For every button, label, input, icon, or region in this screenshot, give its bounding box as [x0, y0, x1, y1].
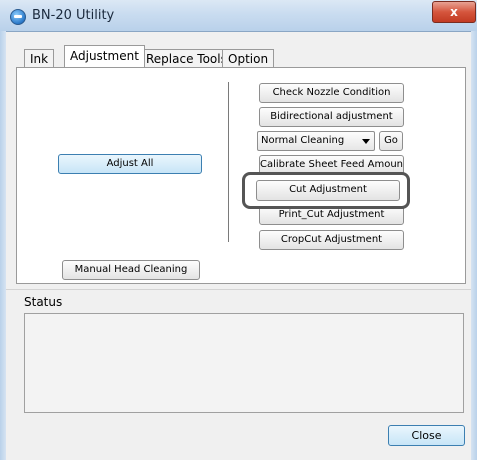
check-nozzle-condition-button[interactable]: Check Nozzle Condition	[259, 83, 404, 103]
bn20-utility-window: BN-20 Utility x Ink Adjustment Replace T…	[0, 0, 477, 460]
status-label: Status	[24, 295, 63, 309]
window-title: BN-20 Utility	[32, 8, 115, 23]
window-close-button[interactable]: x	[432, 1, 476, 23]
tab-ink[interactable]: Ink	[24, 49, 55, 67]
tab-option[interactable]: Option	[222, 49, 275, 67]
tab-replace-tools[interactable]: Replace Tools	[140, 49, 233, 67]
chevron-down-icon	[362, 139, 370, 144]
panel-separator	[6, 289, 471, 290]
go-button[interactable]: Go	[379, 131, 403, 151]
title-bar[interactable]: BN-20 Utility x	[0, 0, 477, 32]
app-icon	[10, 9, 26, 25]
vertical-divider	[228, 82, 229, 242]
tab-adjustment[interactable]: Adjustment	[64, 45, 145, 67]
adjust-all-button[interactable]: Adjust All	[58, 154, 202, 174]
close-button[interactable]: Close	[388, 425, 465, 446]
window-frame-left	[0, 31, 6, 460]
cleaning-mode-value: Normal Cleaning	[261, 135, 345, 146]
window-frame-right	[471, 31, 477, 460]
cleaning-mode-select[interactable]: Normal Cleaning	[257, 131, 375, 151]
bidirectional-adjustment-button[interactable]: Bidirectional adjustment	[259, 107, 404, 127]
status-box	[24, 313, 464, 413]
cut-adjustment-button[interactable]: Cut Adjustment	[256, 180, 400, 201]
manual-head-cleaning-button[interactable]: Manual Head Cleaning	[62, 260, 200, 280]
cropcut-adjustment-button[interactable]: CropCut Adjustment	[259, 230, 404, 250]
